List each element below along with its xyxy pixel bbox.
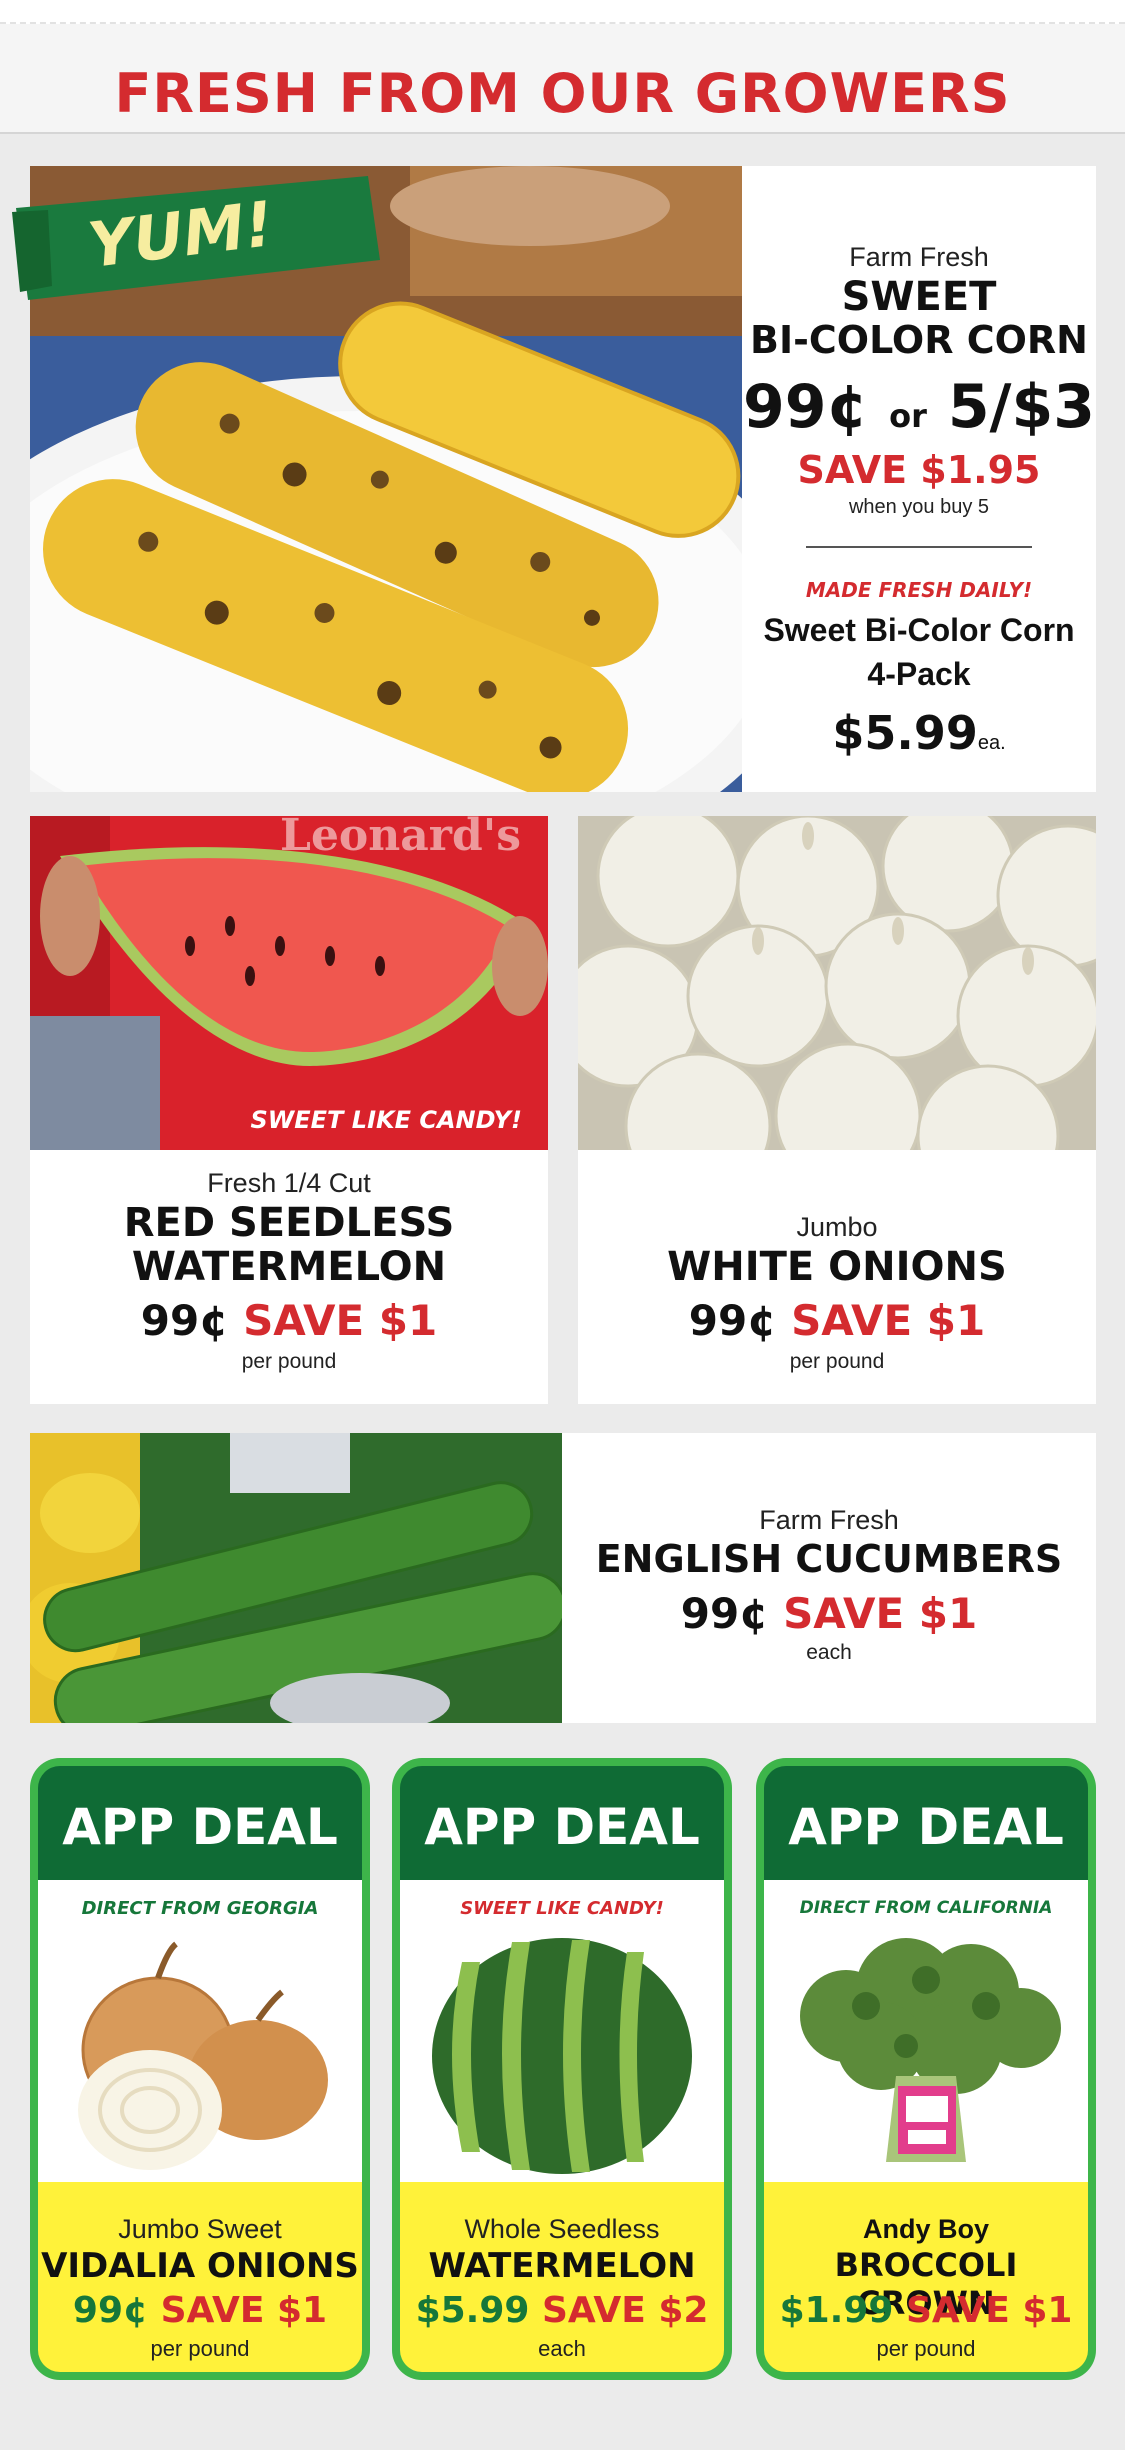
- watermelon-cut-kicker: Fresh 1/4 Cut: [207, 1168, 371, 1198]
- corn-pack-price: $5.99: [832, 706, 978, 760]
- corn-price-single: 99¢: [743, 372, 869, 442]
- app-deal-header-text: APP DEAL: [788, 1798, 1064, 1856]
- watermelon-slice-image: [30, 816, 548, 1150]
- cucumbers-name: ENGLISH CUCUMBERS: [595, 1537, 1063, 1581]
- corn-name-line2: BI-COLOR CORN: [750, 318, 1088, 362]
- cucumbers-price-row: 99¢ SAVE $1: [562, 1589, 1096, 1638]
- app-deal-tagline: SWEET LIKE CANDY!: [460, 1898, 664, 1919]
- corn-name-line1: SWEET: [841, 274, 997, 320]
- app-deal-price-row: $5.99 SAVE $2: [400, 2290, 724, 2331]
- corn-info-panel: Farm Fresh SWEET BI-COLOR CORN 99¢ or 5/…: [742, 166, 1096, 792]
- broccoli-crown-image: [800, 1938, 1061, 2162]
- corn-kicker: Farm Fresh: [849, 242, 989, 272]
- app-deal-tagline: DIRECT FROM CALIFORNIA: [799, 1898, 1053, 1918]
- vidalia-onions-image: [78, 1941, 328, 2170]
- app-deal-footer: Andy Boy BROCCOLI CROWN $1.99 SAVE $1 pe…: [764, 2182, 1088, 2372]
- watermelon-cut-info: Fresh 1/4 Cut RED SEEDLESS WATERMELON 99…: [30, 1150, 548, 1404]
- white-onions-photo[interactable]: [578, 816, 1096, 1150]
- app-deal-name: VIDALIA ONIONS: [41, 2246, 359, 2286]
- cucumbers-unit: each: [806, 1641, 852, 1664]
- app-deal-unit: per pound: [150, 2336, 250, 2361]
- white-onions-kicker: Jumbo: [796, 1212, 878, 1242]
- app-deal-price: 99¢: [72, 2290, 149, 2331]
- cucumbers-photo[interactable]: [30, 1433, 562, 1723]
- watermelon-cut-price: 99¢: [140, 1296, 229, 1345]
- app-deal-save: SAVE $2: [541, 2290, 709, 2331]
- app-deal-body: DIRECT FROM CALIFORNIA: [764, 1880, 1088, 2182]
- app-deal-name: WATERMELON: [428, 2246, 696, 2286]
- corn-price-row: 99¢ or 5/$3: [742, 372, 1096, 442]
- app-deal-save: SAVE $1: [905, 2290, 1073, 2331]
- app-deal-card-watermelon[interactable]: APP DEAL SWEET LIKE CANDY! Whole Seedles…: [392, 1758, 732, 2380]
- app-deal-header: APP DEAL: [38, 1766, 362, 1880]
- watermelon-cut-name-line2: WATERMELON: [131, 1244, 447, 1290]
- watermelon-cut-photo[interactable]: Leonard's SWEET LIKE CANDY!: [30, 816, 548, 1150]
- white-onions-info: Jumbo WHITE ONIONS 99¢ SAVE $1 per pound: [578, 1150, 1096, 1404]
- english-cucumbers-image: [30, 1433, 562, 1723]
- watermelon-cut-save: SAVE $1: [243, 1296, 438, 1345]
- watermelon-cut-name-line1: RED SEEDLESS: [123, 1200, 455, 1246]
- yum-badge: YUM!: [8, 168, 388, 306]
- watermelon-cut-price-row: 99¢ SAVE $1: [30, 1296, 548, 1345]
- watermelon-cut-unit: per pound: [241, 1350, 337, 1373]
- white-onions-save: SAVE $1: [791, 1296, 986, 1345]
- corn-save: SAVE $1.95: [797, 448, 1041, 492]
- corn-save-note: when you buy 5: [848, 496, 990, 518]
- shirt-text: Leonard's: [280, 816, 521, 861]
- white-onions-name: WHITE ONIONS: [667, 1244, 1007, 1290]
- corn-pack-line1: Sweet Bi-Color Corn: [763, 612, 1075, 648]
- cucumbers-save: SAVE $1: [783, 1589, 978, 1638]
- app-deal-tagline: DIRECT FROM GEORGIA: [81, 1898, 319, 1919]
- app-deal-body: DIRECT FROM GEORGIA: [38, 1880, 362, 2182]
- app-deal-footer: Whole Seedless WATERMELON $5.99 SAVE $2 …: [400, 2182, 724, 2372]
- app-deal-save: SAVE $1: [160, 2290, 328, 2331]
- corn-price-multi: 5/$3: [947, 372, 1095, 442]
- corn-pack-unit: ea.: [977, 732, 1006, 754]
- app-deal-header-text: APP DEAL: [62, 1798, 338, 1856]
- app-deal-header: APP DEAL: [764, 1766, 1088, 1880]
- app-deal-price: $1.99: [779, 2290, 894, 2331]
- corn-pack-price-row: $5.99ea.: [742, 706, 1096, 760]
- app-deal-header: APP DEAL: [400, 1766, 724, 1880]
- white-onions-price-row: 99¢ SAVE $1: [578, 1296, 1096, 1345]
- app-deal-unit: per pound: [876, 2336, 976, 2361]
- white-onions-image: [578, 816, 1096, 1150]
- white-onions-unit: per pound: [789, 1350, 885, 1373]
- cucumbers-kicker: Farm Fresh: [759, 1505, 899, 1535]
- corn-pack-line2: 4-Pack: [867, 656, 971, 692]
- app-deal-price: $5.99: [415, 2290, 530, 2331]
- app-deal-header-text: APP DEAL: [424, 1798, 700, 1856]
- page-title: FRESH FROM OUR GROWERS: [114, 62, 1011, 125]
- cucumbers-info: Farm Fresh ENGLISH CUCUMBERS 99¢ SAVE $1…: [562, 1433, 1096, 1723]
- white-onions-price: 99¢: [688, 1296, 777, 1345]
- app-deal-card-broccoli[interactable]: APP DEAL DIRECT FROM CALIFORNIA Andy Boy…: [756, 1758, 1096, 2380]
- app-deal-kicker: Jumbo Sweet: [118, 2214, 282, 2244]
- divider: [806, 546, 1032, 548]
- app-deal-unit: each: [538, 2336, 586, 2361]
- corn-price-or: or: [889, 397, 927, 435]
- app-deal-price-row: 99¢ SAVE $1: [38, 2290, 362, 2331]
- whole-watermelon-image: [432, 1938, 692, 2174]
- app-deal-price-row: $1.99 SAVE $1: [764, 2290, 1088, 2331]
- app-deal-footer: Jumbo Sweet VIDALIA ONIONS 99¢ SAVE $1 p…: [38, 2182, 362, 2372]
- watermelon-photo-caption: SWEET LIKE CANDY!: [250, 1106, 523, 1134]
- app-deal-kicker: Andy Boy: [862, 2214, 989, 2244]
- app-deal-kicker: Whole Seedless: [464, 2214, 660, 2244]
- made-fresh-label: MADE FRESH DAILY!: [805, 578, 1033, 602]
- app-deal-card-vidalia[interactable]: APP DEAL DIRECT FROM GEORGIA Jumbo Sweet…: [30, 1758, 370, 2380]
- cucumbers-price: 99¢: [680, 1589, 769, 1638]
- app-deal-body: SWEET LIKE CANDY!: [400, 1880, 724, 2182]
